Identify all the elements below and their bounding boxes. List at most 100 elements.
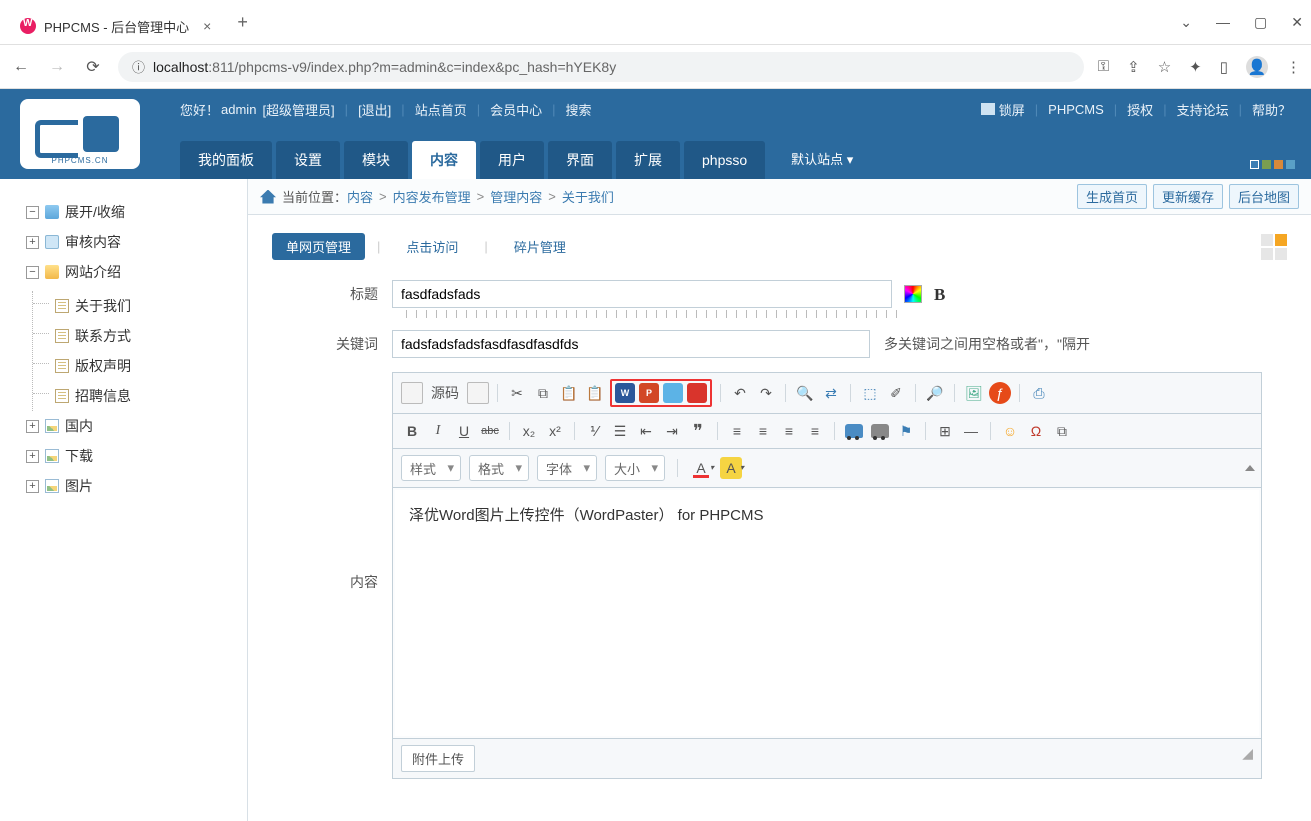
key-icon[interactable]: ⚿	[1098, 58, 1109, 75]
site-info-icon[interactable]: ⓘ	[132, 57, 145, 76]
resize-handle-icon[interactable]: ◢	[1242, 745, 1253, 772]
crumb-content[interactable]: 内容	[347, 187, 373, 206]
profile-avatar-icon[interactable]: 👤	[1246, 56, 1268, 78]
cut-icon[interactable]: ✂	[506, 382, 528, 404]
outdent-icon[interactable]: ⇤	[635, 420, 657, 442]
selectall-icon[interactable]: ⬚	[859, 382, 881, 404]
tab-modules[interactable]: 模块	[344, 141, 408, 179]
new-tab-button[interactable]: +	[237, 12, 248, 33]
page-tab-visit[interactable]: 点击访问	[392, 233, 472, 260]
removeformat-icon[interactable]: ✐	[885, 382, 907, 404]
nav-forward-icon[interactable]: →	[46, 58, 68, 76]
crumb-publish-mgmt[interactable]: 内容发布管理	[393, 187, 471, 206]
lock-screen-link[interactable]: 锁屏	[999, 100, 1025, 119]
collapse-triangle-icon[interactable]	[1245, 465, 1255, 471]
logo[interactable]: PHPCMS.CN	[0, 89, 160, 179]
update-cache-button[interactable]: 更新缓存	[1153, 184, 1223, 209]
tab-content[interactable]: 内容	[412, 141, 476, 179]
numbered-list-icon[interactable]: ⅟	[583, 420, 605, 442]
bg-color-icon[interactable]: A▾	[720, 457, 742, 479]
align-left-icon[interactable]: ≡	[726, 420, 748, 442]
tab-settings[interactable]: 设置	[276, 141, 340, 179]
logout-link[interactable]: [退出]	[358, 100, 391, 119]
blockquote-icon[interactable]: ❞	[687, 420, 709, 442]
paste-pdf-icon[interactable]	[687, 383, 707, 403]
theme-swatches[interactable]	[1250, 160, 1295, 169]
tree-site-intro[interactable]: −网站介绍	[26, 257, 247, 287]
tab-extensions[interactable]: 扩展	[616, 141, 680, 179]
tree-item-contact[interactable]: 联系方式	[55, 321, 247, 351]
crumb-manage-content[interactable]: 管理内容	[490, 187, 542, 206]
paste-word-icon[interactable]: W	[615, 383, 635, 403]
keywords-input[interactable]	[392, 330, 870, 358]
hr-icon[interactable]: ―	[960, 420, 982, 442]
page-tab-single[interactable]: 单网页管理	[272, 233, 365, 260]
tab-close-icon[interactable]: ×	[203, 18, 211, 34]
align-center-icon[interactable]: ≡	[752, 420, 774, 442]
forum-link[interactable]: 支持论坛	[1177, 100, 1229, 119]
align-right-icon[interactable]: ≡	[778, 420, 800, 442]
paste-image-icon[interactable]	[663, 383, 683, 403]
unlink-car-icon[interactable]	[869, 420, 891, 442]
subscript-icon[interactable]: x₂	[518, 420, 540, 442]
site-home-link[interactable]: 站点首页	[415, 100, 467, 119]
superscript-icon[interactable]: x²	[544, 420, 566, 442]
replace-icon[interactable]: ⇄	[820, 382, 842, 404]
paste-text-icon[interactable]: 📋	[584, 382, 606, 404]
smiley-icon[interactable]: ☺	[999, 420, 1021, 442]
tree-review-content[interactable]: +审核内容	[26, 227, 247, 257]
redo-icon[interactable]: ↷	[755, 382, 777, 404]
tree-download[interactable]: +下载	[26, 441, 247, 471]
tree-item-about-us[interactable]: 关于我们	[55, 291, 247, 321]
table-icon[interactable]: ⊞	[934, 420, 956, 442]
bullet-list-icon[interactable]: ☰	[609, 420, 631, 442]
source-button[interactable]: 源码	[427, 382, 463, 404]
url-input[interactable]: ⓘ localhost:811/phpcms-v9/index.php?m=ad…	[118, 52, 1084, 82]
tree-expand-collapse[interactable]: −展开/收缩	[26, 197, 247, 227]
tree-item-copyright[interactable]: 版权声明	[55, 351, 247, 381]
home-icon[interactable]	[260, 190, 276, 204]
window-dropdown-icon[interactable]: ⌄	[1180, 14, 1192, 31]
tree-item-jobs[interactable]: 招聘信息	[55, 381, 247, 411]
generate-home-button[interactable]: 生成首页	[1077, 184, 1147, 209]
text-color-icon[interactable]: A▾	[690, 457, 712, 479]
window-close-icon[interactable]: ✕	[1291, 14, 1303, 31]
newpage-icon[interactable]	[467, 382, 489, 404]
nav-back-icon[interactable]: ←	[10, 58, 32, 76]
italic-icon[interactable]: I	[427, 420, 449, 442]
bold-icon[interactable]: B	[401, 420, 423, 442]
extensions-icon[interactable]: ✦	[1189, 58, 1202, 76]
attachment-upload-button[interactable]: 附件上传	[401, 745, 475, 772]
style-select[interactable]: 样式	[401, 455, 461, 481]
help-link[interactable]: 帮助？	[1252, 100, 1291, 119]
paste-icon[interactable]: 📋	[558, 382, 580, 404]
tree-domestic[interactable]: +国内	[26, 411, 247, 441]
page-tab-fragment[interactable]: 碎片管理	[500, 233, 580, 260]
license-link[interactable]: 授权	[1127, 100, 1153, 119]
anchor-icon[interactable]: ⚑	[895, 420, 917, 442]
pagebreak-icon[interactable]: ⎙	[1028, 382, 1050, 404]
phpcms-link[interactable]: PHPCMS	[1048, 102, 1104, 117]
align-justify-icon[interactable]: ≡	[804, 420, 826, 442]
font-select[interactable]: 字体	[537, 455, 597, 481]
size-select[interactable]: 大小	[605, 455, 665, 481]
color-picker-icon[interactable]	[904, 285, 922, 303]
side-panel-icon[interactable]: ▯	[1220, 58, 1228, 76]
bold-icon[interactable]: B	[934, 285, 945, 303]
underline-icon[interactable]: U	[453, 420, 475, 442]
crumb-about-us[interactable]: 关于我们	[562, 187, 614, 206]
nav-reload-icon[interactable]: ⟳	[82, 57, 104, 77]
search-link[interactable]: 搜索	[566, 100, 592, 119]
tab-users[interactable]: 用户	[480, 141, 544, 179]
tab-phpsso[interactable]: phpsso	[684, 141, 765, 179]
window-maximize-icon[interactable]: ▢	[1254, 14, 1267, 31]
paste-ppt-icon[interactable]: P	[639, 383, 659, 403]
flash-icon[interactable]: ƒ	[989, 382, 1011, 404]
tab-dashboard[interactable]: 我的面板	[180, 141, 272, 179]
link-car-icon[interactable]	[843, 420, 865, 442]
template-icon[interactable]: ⧉	[1051, 420, 1073, 442]
search-doc-icon[interactable]: 🔎	[924, 382, 946, 404]
undo-icon[interactable]: ↶	[729, 382, 751, 404]
title-input[interactable]	[392, 280, 892, 308]
specialchar-icon[interactable]: Ω	[1025, 420, 1047, 442]
